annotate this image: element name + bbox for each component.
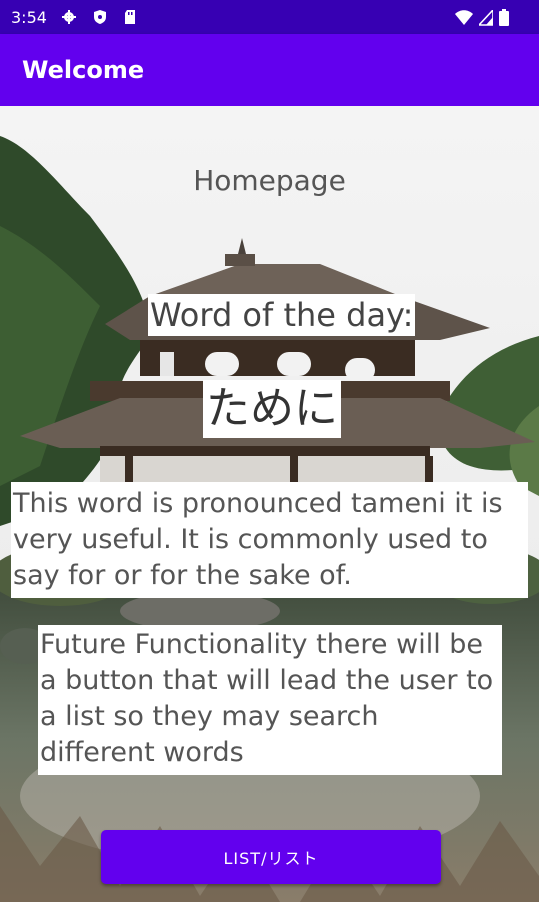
sd-card-icon bbox=[125, 10, 135, 24]
page-title: Homepage bbox=[193, 164, 346, 197]
app-screen: 3:54 Welcome Homepage Word of the day: た… bbox=[0, 0, 539, 902]
shield-icon bbox=[94, 10, 106, 24]
word-description: This word is pronounced tameni it is ver… bbox=[11, 482, 528, 598]
status-bar: 3:54 bbox=[0, 0, 539, 34]
main-content: Homepage Word of the day: ために This word … bbox=[0, 106, 539, 902]
signal-icon bbox=[479, 9, 493, 26]
app-bar-title: Welcome bbox=[22, 56, 145, 84]
wifi-icon bbox=[455, 9, 473, 25]
gear-icon bbox=[62, 10, 76, 24]
app-bar: Welcome bbox=[0, 34, 539, 106]
battery-icon bbox=[499, 9, 509, 26]
list-button[interactable]: LIST/リスト bbox=[101, 830, 441, 884]
future-functionality-note: Future Functionality there will be a but… bbox=[38, 625, 502, 775]
japanese-word: ために bbox=[203, 380, 341, 438]
status-time: 3:54 bbox=[11, 8, 47, 27]
word-of-day-label: Word of the day: bbox=[148, 294, 416, 336]
